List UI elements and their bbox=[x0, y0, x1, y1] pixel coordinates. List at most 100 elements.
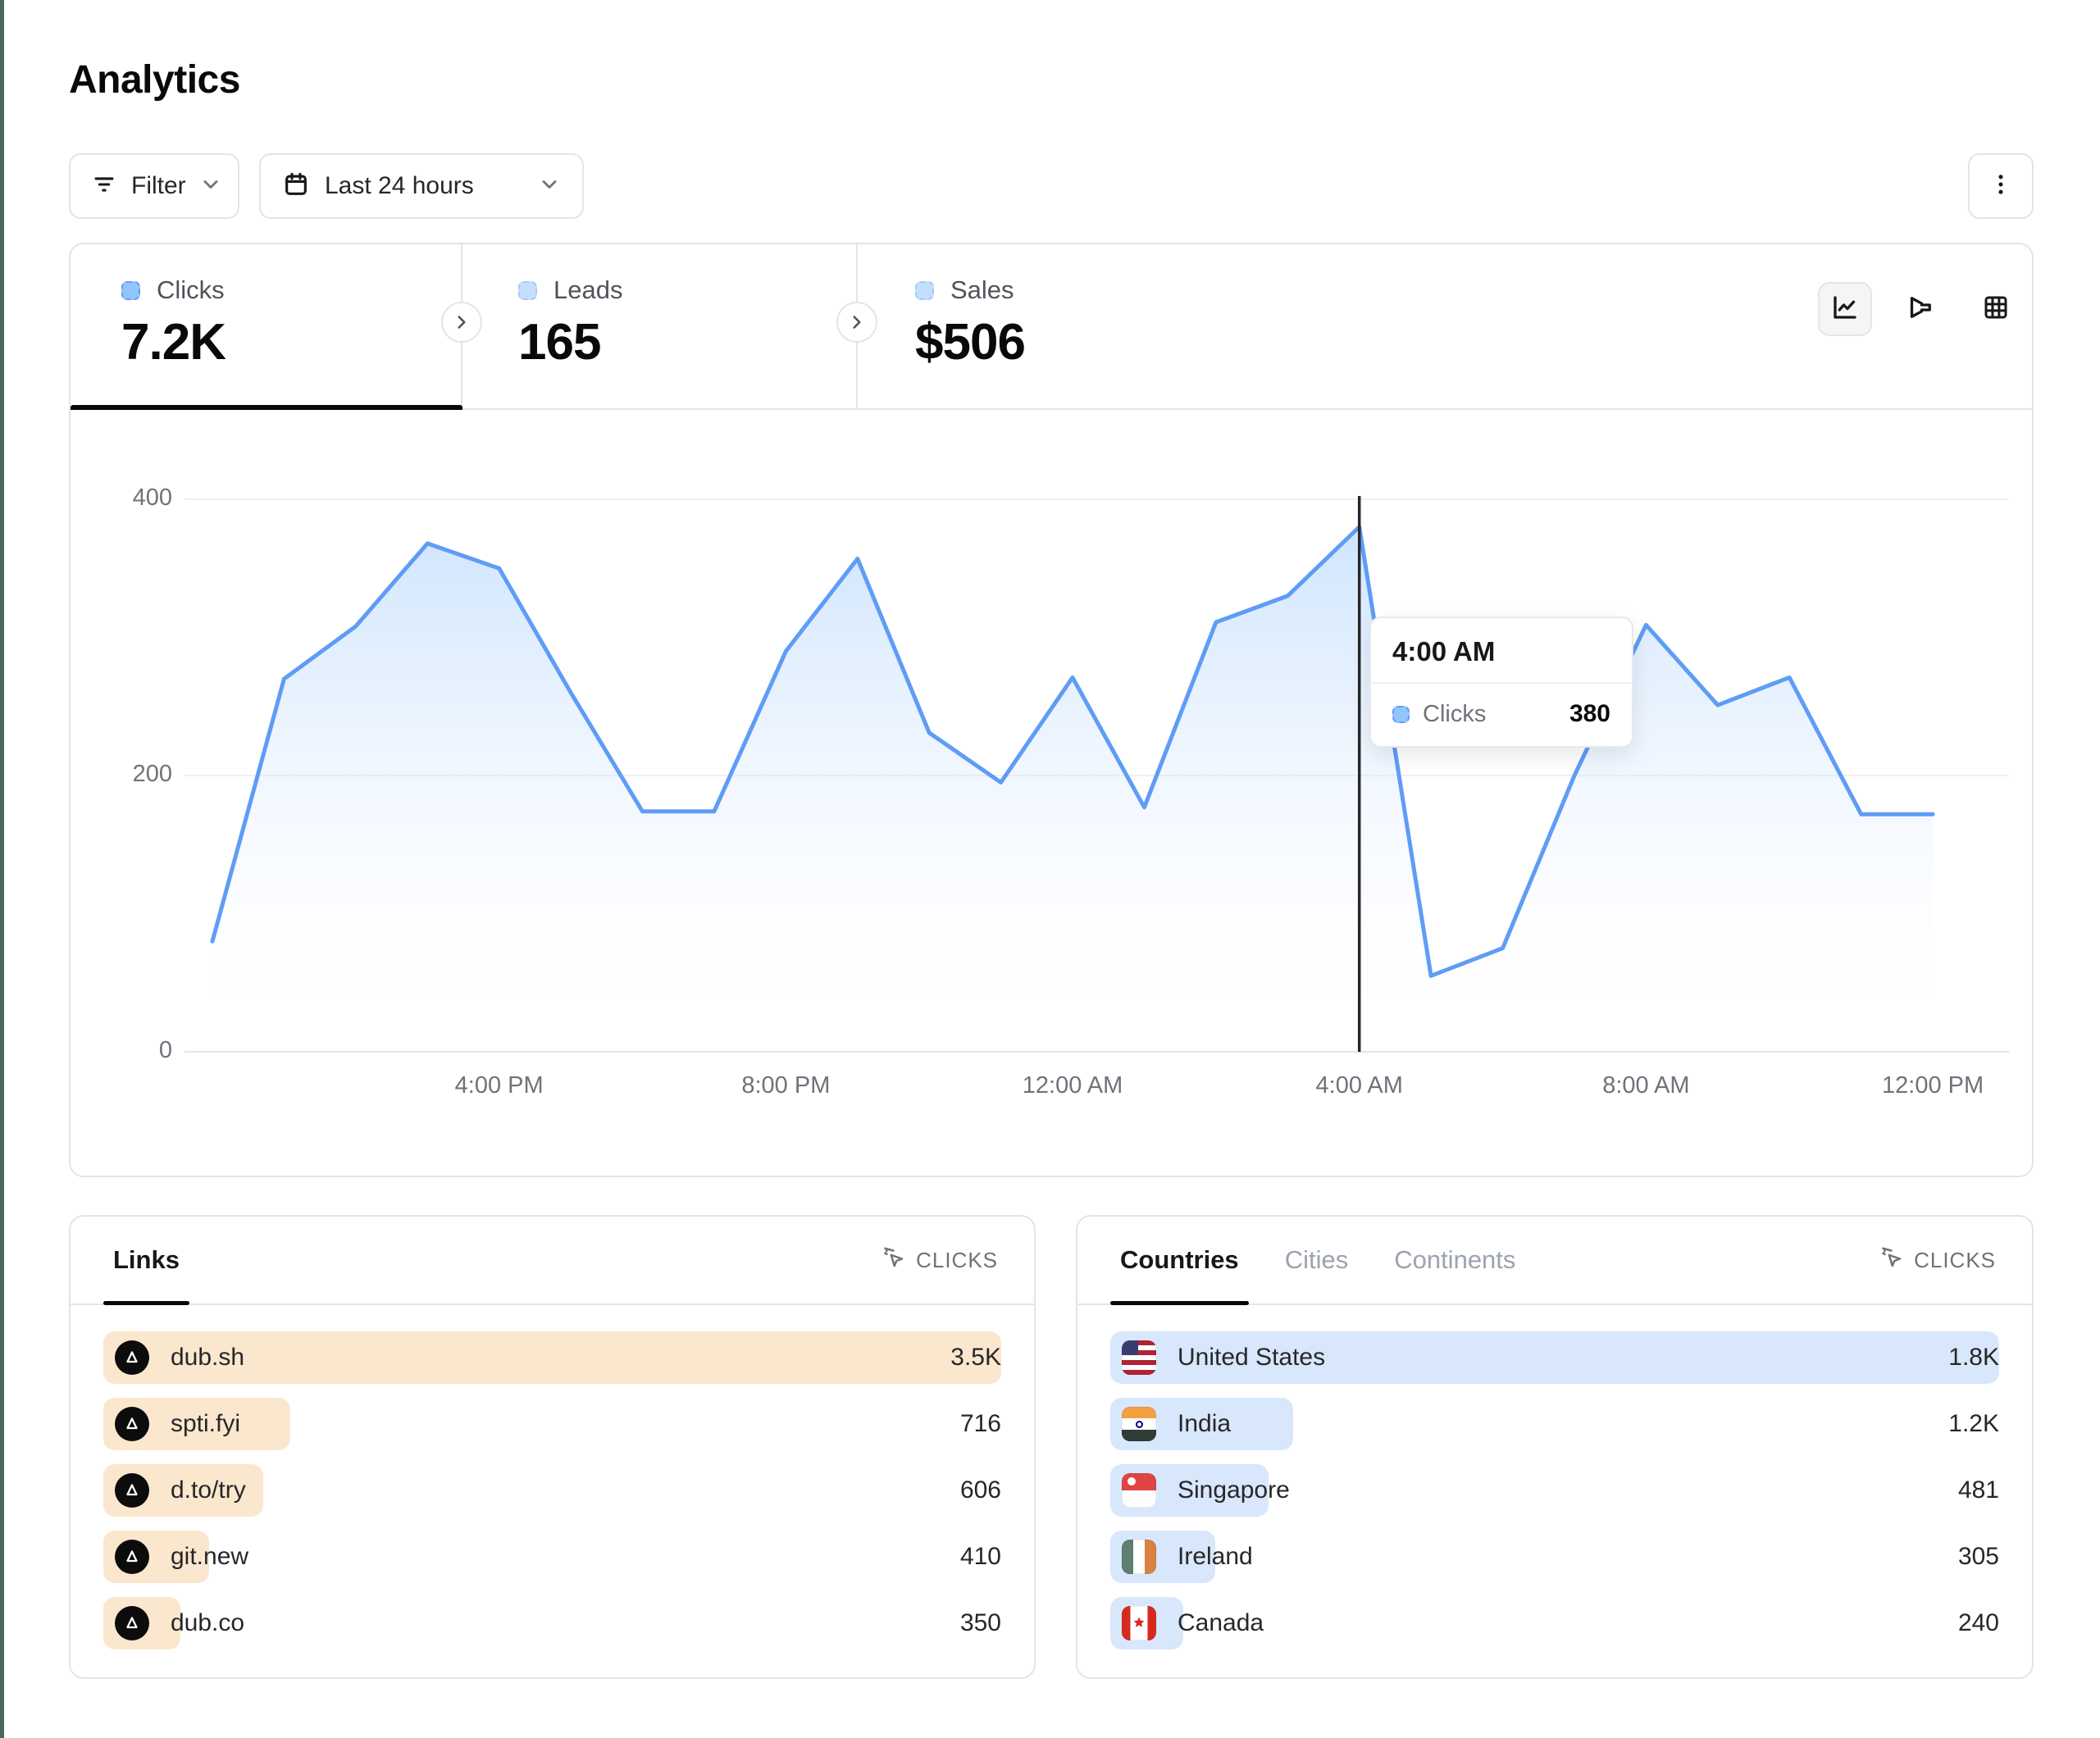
x-axis-tick-label: 12:00 AM bbox=[991, 1072, 1155, 1099]
dub-logo-icon bbox=[115, 1407, 149, 1441]
row-value: 350 bbox=[960, 1609, 1001, 1637]
chevron-down-icon bbox=[199, 173, 222, 200]
ca-flag-icon bbox=[1122, 1606, 1156, 1640]
tab-countries[interactable]: Countries bbox=[1120, 1217, 1239, 1304]
dub-logo-icon bbox=[115, 1473, 149, 1508]
row-label: Canada bbox=[1178, 1609, 1264, 1637]
dub-logo-icon bbox=[115, 1606, 149, 1640]
country-row[interactable]: United States 1.8K bbox=[1110, 1331, 1999, 1384]
more-options-button[interactable] bbox=[1968, 153, 2034, 219]
table-view-button[interactable] bbox=[1969, 282, 2023, 336]
metric-label: CLICKS bbox=[916, 1248, 998, 1273]
leads-legend-swatch bbox=[518, 281, 537, 300]
link-row[interactable]: spti.fyi 716 bbox=[103, 1398, 1001, 1450]
tab-cities[interactable]: Cities bbox=[1285, 1217, 1349, 1304]
row-label: spti.fyi bbox=[171, 1410, 240, 1438]
chart-tooltip: 4:00 AM Clicks 380 bbox=[1369, 616, 1633, 748]
row-label: Ireland bbox=[1178, 1543, 1253, 1571]
us-flag-icon bbox=[1122, 1340, 1156, 1375]
row-value: 606 bbox=[960, 1476, 1001, 1504]
country-row[interactable]: India 1.2K bbox=[1110, 1398, 1999, 1450]
row-label: United States bbox=[1178, 1344, 1325, 1372]
y-axis-tick-label: 200 bbox=[98, 761, 172, 788]
funnel-view-button[interactable] bbox=[1893, 282, 1947, 336]
links-panel: Links CLICKS dub.sh 3.5K spti.fyi 716 d.to/t… bbox=[69, 1215, 1036, 1679]
x-axis-tick-label: 8:00 AM bbox=[1564, 1072, 1728, 1099]
next-stat-chevron-button[interactable] bbox=[441, 302, 482, 343]
calendar-icon bbox=[282, 171, 310, 202]
row-value: 410 bbox=[960, 1543, 1001, 1571]
tab-links[interactable]: Links bbox=[113, 1217, 180, 1304]
analytics-page: Analytics Filter Last 24 hours bbox=[0, 0, 2100, 1738]
stat-tab-leads[interactable]: Leads 165 bbox=[518, 243, 813, 408]
line-chart-view-button[interactable] bbox=[1818, 282, 1872, 336]
kebab-menu-icon bbox=[1987, 171, 2015, 202]
tooltip-value: 380 bbox=[1569, 700, 1610, 728]
tooltip-time: 4:00 AM bbox=[1371, 618, 1632, 684]
row-label: d.to/try bbox=[171, 1476, 246, 1504]
stat-value: $506 bbox=[915, 313, 1025, 371]
row-label: Singapore bbox=[1178, 1476, 1290, 1504]
row-label: git.new bbox=[171, 1543, 248, 1571]
stat-tab-clicks[interactable]: Clicks 7.2K bbox=[121, 243, 433, 408]
stat-label: Sales bbox=[950, 275, 1014, 305]
row-value: 3.5K bbox=[950, 1344, 1001, 1372]
metric-label: CLICKS bbox=[1914, 1248, 1996, 1273]
row-value: 240 bbox=[1958, 1609, 1999, 1637]
funnel-icon bbox=[1906, 293, 1935, 326]
cursor-click-icon bbox=[881, 1245, 906, 1276]
chart-area-fill bbox=[212, 527, 1933, 1052]
row-label: India bbox=[1178, 1410, 1231, 1438]
ie-flag-icon bbox=[1122, 1540, 1156, 1574]
link-row[interactable]: dub.co350 bbox=[103, 1597, 1001, 1649]
country-row[interactable]: Ireland 305 bbox=[1110, 1531, 1999, 1583]
link-row[interactable]: d.to/try 606 bbox=[103, 1464, 1001, 1517]
line-chart-icon bbox=[1830, 293, 1860, 326]
geo-metric-selector[interactable]: CLICKS bbox=[1879, 1245, 1996, 1276]
in-flag-icon bbox=[1122, 1407, 1156, 1441]
y-axis-tick-label: 400 bbox=[98, 485, 172, 512]
filter-button[interactable]: Filter bbox=[69, 153, 239, 219]
x-axis-tick-label: 4:00 PM bbox=[417, 1072, 581, 1099]
chevron-down-icon bbox=[538, 173, 561, 200]
stat-label: Clicks bbox=[157, 275, 225, 305]
tab-continents[interactable]: Continents bbox=[1394, 1217, 1515, 1304]
row-value: 481 bbox=[1958, 1476, 1999, 1504]
link-row[interactable]: git.new 410 bbox=[103, 1531, 1001, 1583]
row-value: 1.8K bbox=[1948, 1344, 1999, 1372]
row-label: dub.sh bbox=[171, 1344, 244, 1372]
dub-logo-icon bbox=[115, 1540, 149, 1574]
next-stat-chevron-button[interactable] bbox=[836, 302, 877, 343]
country-row[interactable]: Canada 240 bbox=[1110, 1597, 1999, 1649]
row-value: 305 bbox=[1958, 1543, 1999, 1571]
cursor-click-icon bbox=[1879, 1245, 1904, 1276]
link-row[interactable]: dub.sh 3.5K bbox=[103, 1331, 1001, 1384]
clicks-legend-swatch bbox=[1392, 706, 1410, 723]
grid-table-icon bbox=[1981, 293, 2011, 326]
country-row[interactable]: Singapore 481 bbox=[1110, 1464, 1999, 1517]
links-metric-selector[interactable]: CLICKS bbox=[881, 1245, 998, 1276]
date-range-label: Last 24 hours bbox=[325, 172, 523, 200]
page-title: Analytics bbox=[69, 57, 240, 102]
filter-button-label: Filter bbox=[131, 172, 186, 200]
clicks-area-chart[interactable] bbox=[131, 459, 2017, 1115]
stat-value: 165 bbox=[518, 313, 600, 371]
filter-icon bbox=[90, 171, 118, 202]
chart-view-toggle bbox=[1818, 282, 2023, 336]
x-axis-tick-label: 4:00 AM bbox=[1278, 1072, 1442, 1099]
tooltip-series-label: Clicks bbox=[1423, 701, 1556, 728]
stat-tab-sales[interactable]: Sales $506 bbox=[915, 243, 1210, 408]
stat-value: 7.2K bbox=[121, 313, 225, 371]
y-axis-tick-label: 0 bbox=[98, 1037, 172, 1064]
window-edge-accent bbox=[0, 0, 4, 1738]
sg-flag-icon bbox=[1122, 1473, 1156, 1508]
clicks-legend-swatch bbox=[121, 281, 140, 300]
row-value: 716 bbox=[960, 1410, 1001, 1438]
dub-logo-icon bbox=[115, 1340, 149, 1375]
geo-panel: Countries Cities Continents CLICKS Unite… bbox=[1076, 1215, 2034, 1679]
row-value: 1.2K bbox=[1948, 1410, 1999, 1438]
x-axis-tick-label: 12:00 PM bbox=[1851, 1072, 2015, 1099]
stat-label: Leads bbox=[553, 275, 622, 305]
x-axis-tick-label: 8:00 PM bbox=[704, 1072, 868, 1099]
date-range-button[interactable]: Last 24 hours bbox=[259, 153, 584, 219]
